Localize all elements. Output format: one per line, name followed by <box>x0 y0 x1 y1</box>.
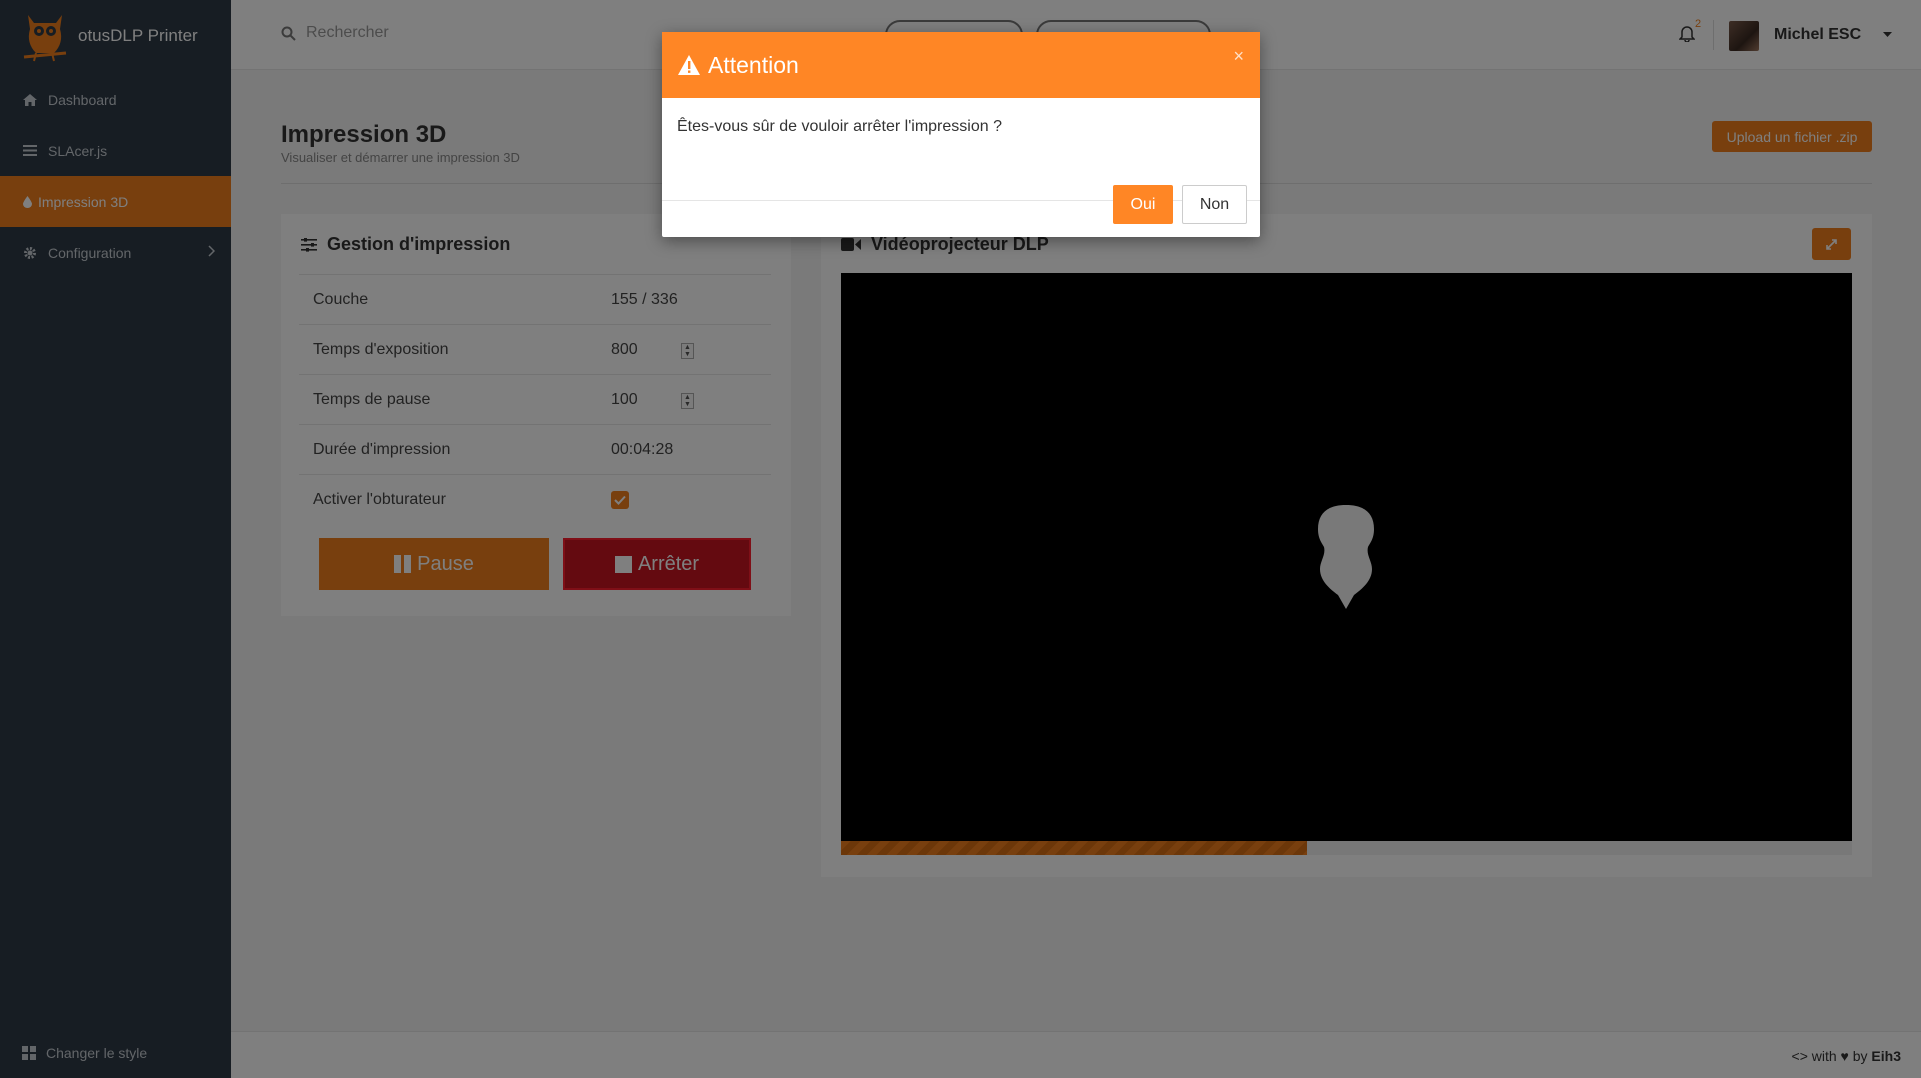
confirm-stop-dialog: Attention × Êtes-vous sûr de vouloir arr… <box>662 32 1260 237</box>
confirm-yes-button[interactable]: Oui <box>1113 185 1173 224</box>
modal-title: Attention <box>708 51 799 78</box>
close-icon[interactable]: × <box>1233 46 1244 67</box>
confirm-no-button[interactable]: Non <box>1182 185 1247 224</box>
warning-icon <box>678 55 700 75</box>
modal-header: Attention × <box>662 32 1260 98</box>
